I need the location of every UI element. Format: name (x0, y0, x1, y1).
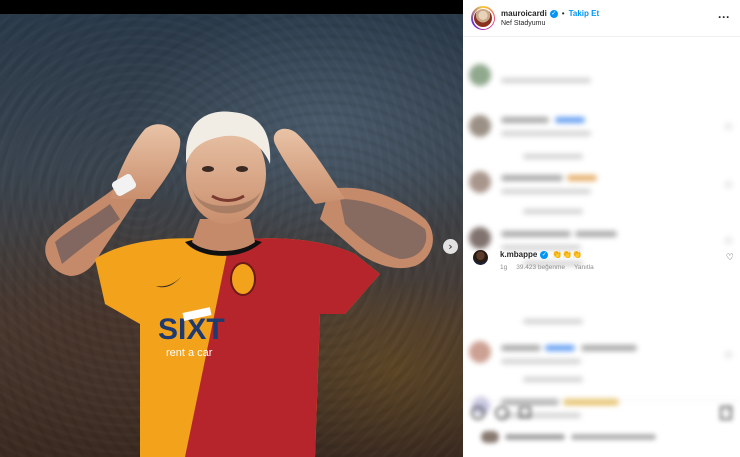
commenter-username[interactable]: k.mbappe (500, 250, 537, 259)
commenter-avatar[interactable] (473, 250, 488, 265)
sponsor-subtext: rent a car (166, 347, 213, 359)
separator-dot: • (561, 9, 565, 18)
author-avatar[interactable] (471, 6, 495, 30)
comment-likes[interactable]: 39.423 beğenme (516, 264, 565, 271)
follow-button[interactable]: Takip Et (569, 9, 600, 18)
comment-time[interactable]: 1g (500, 264, 507, 271)
location-link[interactable]: Nef Stadyumu (501, 20, 599, 27)
comment-text: 👏👏👏 (552, 250, 583, 259)
verified-badge-icon: ✓ (549, 9, 558, 18)
post-sidebar: mauroicardi ✓ • Takip Et Nef Stadyumu ··… (463, 0, 740, 457)
reply-button[interactable]: Yanıtla (574, 264, 594, 271)
highlighted-comment: k.mbappe ✓ 👏👏👏 1g 39.423 beğenme Yanıtla… (463, 246, 740, 278)
top-black-bar (0, 0, 463, 14)
author-username[interactable]: mauroicardi (501, 9, 547, 18)
more-horizontal-icon[interactable]: ··· (718, 10, 730, 24)
post-header: mauroicardi ✓ • Takip Et Nef Stadyumu ··… (463, 0, 740, 37)
chevron-right-icon[interactable]: › (443, 239, 458, 254)
verified-badge-icon: ✓ (540, 250, 549, 259)
heart-icon[interactable]: ♡ (726, 253, 734, 263)
player-illustration: SIXT rent a car (45, 111, 433, 457)
post-action-bar (463, 400, 740, 457)
post-photo[interactable]: SIXT rent a car › (0, 14, 463, 457)
